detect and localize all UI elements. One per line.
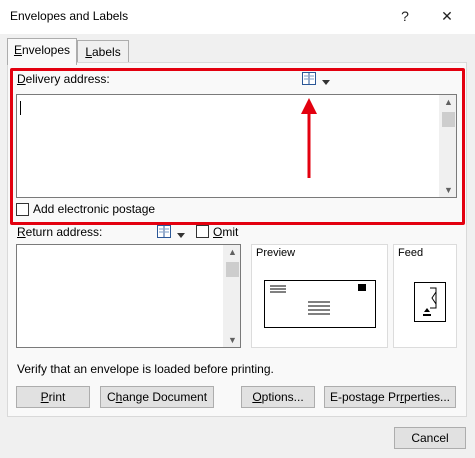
return-chevron-down-icon[interactable] (177, 228, 185, 242)
change-document-button[interactable]: Change Document (100, 386, 214, 408)
feed-icon[interactable] (414, 282, 446, 325)
return-address-label: Return address: (17, 225, 102, 239)
tab-envelopes-accel: E (13, 43, 22, 57)
tab-labels-label: abels (92, 45, 121, 59)
cancel-button[interactable]: Cancel (394, 427, 466, 449)
return-scroll-thumb[interactable] (226, 262, 239, 277)
return-address-input[interactable]: ▲ ▼ (16, 244, 241, 348)
red-arrow-up (301, 98, 317, 178)
close-button[interactable]: ✕ (432, 4, 462, 28)
omit-label: Omit (213, 225, 239, 239)
highlight-box (10, 68, 465, 225)
return-address-accel: R (17, 225, 26, 239)
help-button[interactable]: ? (390, 4, 420, 28)
return-scroll-up-icon[interactable]: ▲ (224, 245, 241, 259)
return-scroll-down-icon[interactable]: ▼ (224, 333, 241, 347)
dialog-title: Envelopes and Labels (10, 9, 129, 23)
tab-envelopes[interactable]: Envelopes (7, 38, 77, 65)
feed-label: Feed (398, 247, 424, 259)
return-scrollbar[interactable]: ▲ ▼ (223, 245, 240, 347)
options-button[interactable]: Options... (241, 386, 315, 408)
tab-labels[interactable]: Labels (77, 40, 129, 64)
return-address-label-text: eturn address: (25, 225, 103, 239)
tab-envelopes-label: nvelopes (21, 43, 71, 57)
load-envelope-notice: Verify that an envelope is loaded before… (17, 362, 274, 376)
omit-checkbox[interactable] (196, 225, 209, 238)
return-address-book-icon[interactable] (157, 225, 171, 238)
e-postage-properties-button[interactable]: E-postage Prrperties... (324, 386, 456, 408)
preview-label: Preview (256, 247, 296, 259)
envelope-preview[interactable] (264, 280, 376, 331)
tab-labels-accel: L (85, 45, 92, 59)
print-button[interactable]: Print (16, 386, 90, 408)
